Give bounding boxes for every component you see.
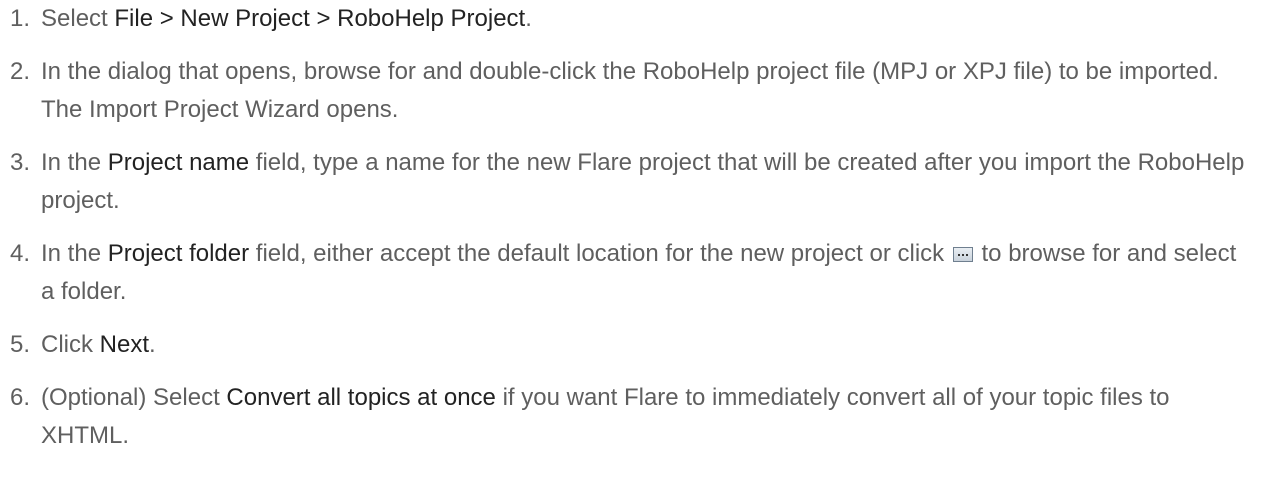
step-number: 2. [10,58,31,85]
step-text: In the [41,240,108,267]
step-text: . [149,331,156,358]
ui-term: Next [99,331,150,358]
step-number: 5. [10,331,31,358]
step-item-4: 4. In the Project folder field, either ac… [0,235,1273,311]
step-number: 4. [10,240,31,267]
step-text: . [525,5,532,32]
step-text: In the dialog that opens, browse for and… [41,58,1219,123]
step-text: In the [41,149,108,176]
step-text: (Optional) Select [41,384,227,411]
step-text: Select [41,5,115,32]
browse-ellipsis-icon [952,247,973,262]
step-item-5: 5. Click Next. [0,326,1273,364]
step-item-2: 2. In the dialog that opens, browse for a… [0,53,1273,129]
step-number: 3. [10,149,31,176]
step-number: 6. [10,384,31,411]
step-number: 1. [10,5,31,32]
ui-term: Convert all topics at once [226,384,496,411]
ui-term: Project folder [107,240,250,267]
step-item-3: 3. In the Project name field, type a name… [0,144,1273,220]
step-text: Click [41,331,100,358]
ui-term: Project name [107,149,250,176]
step-text: field, either accept the default locatio… [249,240,951,267]
step-item-1: 1. Select File > New Project > RoboHelp P… [0,0,1273,38]
ui-term: File > New Project > RoboHelp Project [114,5,526,32]
step-item-6: 6. (Optional) Select Convert all topics a… [0,379,1273,455]
procedure-steps-list: 1. Select File > New Project > RoboHelp P… [0,0,1273,455]
